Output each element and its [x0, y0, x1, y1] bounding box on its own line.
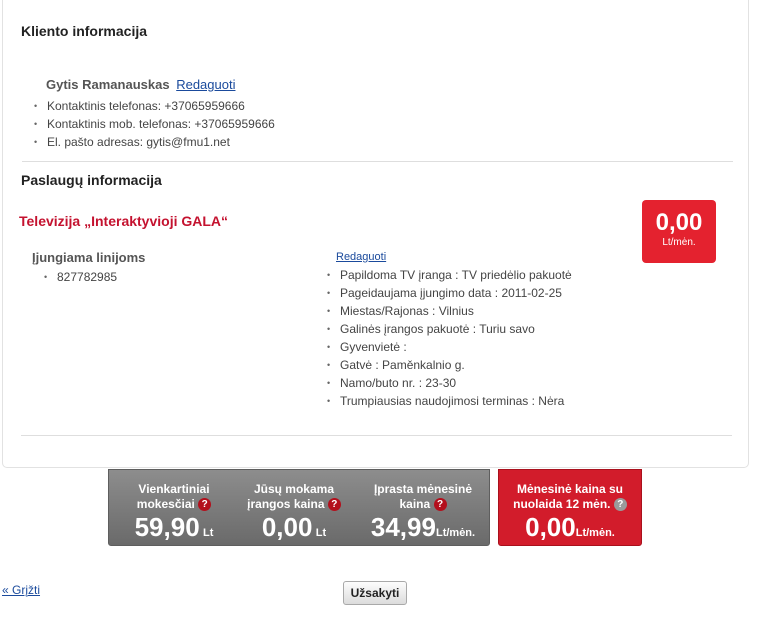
- line-number: 827782985: [44, 268, 117, 286]
- equipment-value: 0,00: [261, 512, 313, 542]
- property-settlement: Gyvenvietė :: [327, 338, 572, 356]
- lines-list: 827782985: [44, 268, 117, 286]
- client-detail-phone: Kontaktinis telefonas: +37065959666: [34, 97, 275, 115]
- client-name-text: Gytis Ramanauskas: [46, 77, 170, 92]
- discount-label-line: nuolaida 12 mėn. ?: [499, 497, 641, 512]
- one-time-unit: Lt: [203, 527, 214, 539]
- help-icon[interactable]: ?: [198, 498, 212, 512]
- monthly-amount: 34,99Lt/mėn.: [371, 512, 476, 542]
- equipment-price: Jūsų mokama įrangos kaina ? 0,00 Lt: [239, 482, 349, 542]
- package-price-badge: 0,00 Lt/mėn.: [642, 200, 716, 263]
- services-section-title: Paslaugų informacija: [21, 172, 162, 188]
- client-section-title: Kliento informacija: [21, 23, 148, 39]
- help-icon[interactable]: ?: [433, 498, 447, 512]
- one-time-label-line: mokesčiai ?: [119, 497, 229, 512]
- client-details-list: Kontaktinis telefonas: +37065959666 Kont…: [34, 97, 275, 151]
- package-price-unit: Lt/mėn.: [662, 237, 696, 248]
- property-city: Miestas/Rajonas : Vilnius: [327, 302, 572, 320]
- service-edit-link[interactable]: Redaguoti: [336, 251, 386, 263]
- discount-label-1: Mėnesinė kaina su: [516, 482, 624, 496]
- help-icon[interactable]: ?: [327, 498, 341, 512]
- equipment-label-line: įrangos kaina ?: [239, 497, 349, 512]
- equipment-unit: Lt: [315, 527, 327, 539]
- service-properties-list: Papildoma TV įranga : TV priedėlio pakuo…: [327, 266, 572, 410]
- property-tv-equipment: Papildoma TV įranga : TV priedėlio pakuo…: [327, 266, 572, 284]
- property-street: Gatvė : Paměnkalnio g.: [327, 356, 572, 374]
- monthly-unit: Lt/mėn.: [435, 527, 476, 539]
- one-time-value: 59,90: [134, 512, 200, 542]
- discount-price-box: Mėnesinė kaina su nuolaida 12 mėn. ? 0,0…: [498, 469, 642, 546]
- monthly-label-2: kaina: [399, 497, 431, 511]
- order-button[interactable]: Užsakyti: [343, 581, 407, 605]
- property-activation-date: Pageidaujama įjungimo data : 2011-02-25: [327, 284, 572, 302]
- discount-unit: Lt/mėn.: [575, 527, 615, 539]
- client-detail-mobile: Kontaktinis mob. telefonas: +37065959666: [34, 115, 275, 133]
- section-divider: [22, 161, 733, 162]
- client-detail-email: El. pašto adresas: gytis@fmu1.net: [34, 133, 275, 151]
- lines-label: Įjungiama linijoms: [32, 250, 146, 265]
- monthly-price: Įprasta mėnesinė kaina ? 34,99Lt/mėn.: [361, 482, 485, 542]
- back-link[interactable]: « Grįžti: [2, 583, 40, 597]
- discount-amount: 0,00Lt/mėn.: [525, 512, 615, 542]
- client-name: Gytis Ramanauskas Redaguoti: [46, 77, 235, 92]
- equipment-label-1: Jūsų mokama: [253, 482, 335, 496]
- price-summary-bar: Vienkartiniai mokesčiai ? 59,90 Lt Jūsų …: [108, 469, 490, 546]
- equipment-amount: 0,00 Lt: [262, 512, 327, 542]
- property-min-term: Trumpiausias naudojimosi terminas : Nėra: [327, 392, 572, 410]
- tv-package-title: Televizija „Interaktyvioji GALA“: [19, 213, 229, 229]
- help-icon[interactable]: ?: [613, 498, 627, 512]
- client-edit-link[interactable]: Redaguoti: [176, 77, 235, 92]
- one-time-amount: 59,90 Lt: [135, 512, 214, 542]
- package-price-value: 0,00: [655, 209, 703, 236]
- monthly-label-1: Įprasta mėnesinė: [373, 482, 473, 496]
- one-time-label-1: Vienkartiniai: [138, 482, 210, 496]
- discount-content: Mėnesinė kaina su nuolaida 12 mėn. ? 0,0…: [499, 482, 641, 542]
- property-equipment-package: Galinės įrangos pakuotė : Turiu savo: [327, 320, 572, 338]
- equipment-label-2: įrangos kaina: [247, 497, 325, 511]
- monthly-value: 34,99: [370, 512, 436, 542]
- one-time-label-2: mokesčiai: [136, 497, 195, 511]
- discount-value: 0,00: [525, 512, 576, 542]
- property-house-number: Namo/buto nr. : 23-30: [327, 374, 572, 392]
- services-bottom-divider: [21, 435, 732, 436]
- monthly-label-line: kaina ?: [361, 497, 485, 512]
- discount-label-2: nuolaida 12 mėn.: [513, 497, 611, 511]
- one-time-fees: Vienkartiniai mokesčiai ? 59,90 Lt: [119, 482, 229, 542]
